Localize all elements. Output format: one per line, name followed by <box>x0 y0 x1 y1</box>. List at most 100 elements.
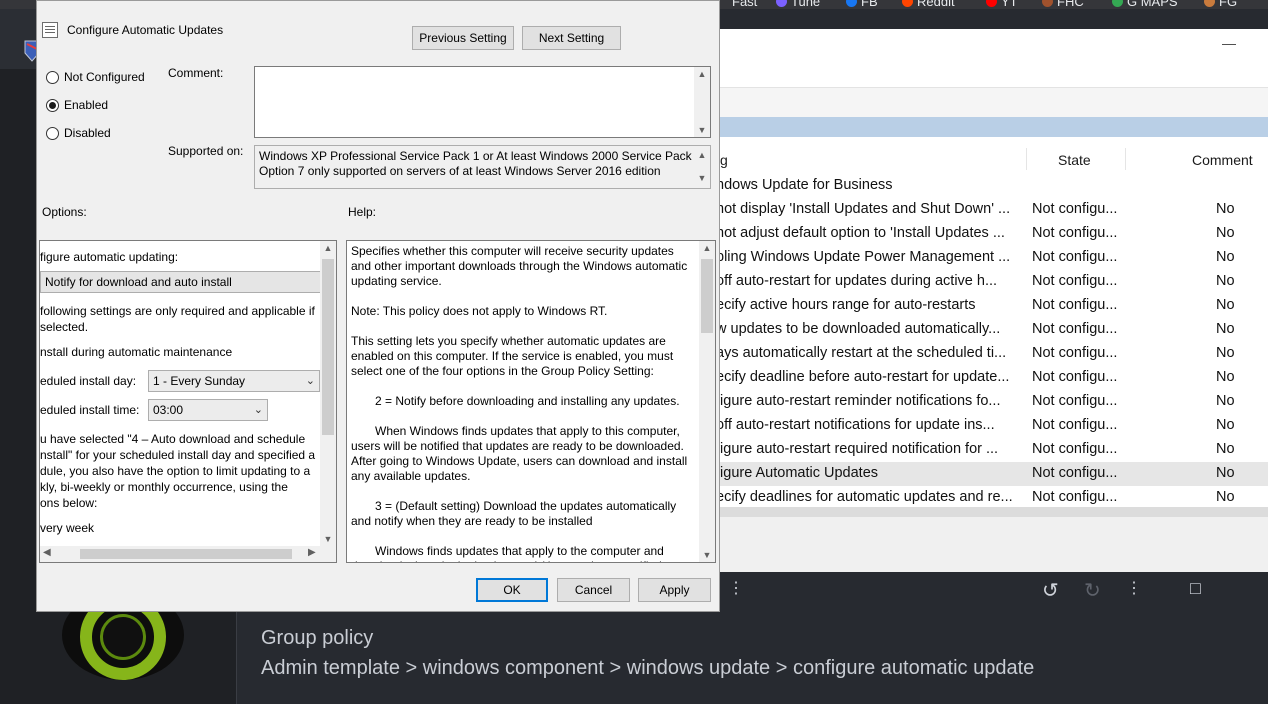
configure-updating-dropdown[interactable]: Notify for download and auto install <box>40 271 322 293</box>
install-time-label: eduled install time: <box>40 403 140 417</box>
next-setting-button[interactable]: Next Setting <box>522 26 621 50</box>
chevron-down-icon: ⌄ <box>305 375 315 387</box>
column-separator[interactable] <box>1026 148 1027 170</box>
scroll-down-icon[interactable]: ▼ <box>694 125 710 135</box>
radio-enabled[interactable]: Enabled <box>46 98 108 112</box>
schedule-paragraph-line: dule, you also have the option to limit … <box>40 464 311 478</box>
ok-button[interactable]: OK <box>476 578 548 602</box>
supported-scrollbar[interactable]: ▲ ▼ <box>694 146 710 188</box>
scroll-up-icon[interactable]: ▲ <box>694 148 710 163</box>
help-paragraph: Specifies whether this computer will rec… <box>351 244 688 288</box>
radio-circle[interactable] <box>46 70 59 84</box>
policy-row[interactable]: ecify deadline before auto-restart for u… <box>716 366 1268 390</box>
policy-setting-cell: off auto-restart for updates during acti… <box>716 273 998 289</box>
radio-circle-checked[interactable] <box>46 98 59 112</box>
configure-automatic-updates-dialog: Configure Automatic Updates Previous Set… <box>36 0 720 612</box>
bookmark-fast[interactable]: Fast <box>732 0 757 9</box>
policy-row[interactable]: off auto-restart for updates during acti… <box>716 270 1268 294</box>
policy-comment-cell: No <box>1216 201 1235 217</box>
policy-row[interactable]: ecify active hours range for auto-restar… <box>716 294 1268 318</box>
policy-row[interactable]: not display 'Install Updates and Shut Do… <box>716 198 1268 222</box>
policy-state-cell: Not configu... <box>1032 417 1118 433</box>
install-day-label: eduled install day: <box>40 374 137 388</box>
options-panel: figure automatic updating: Notify for do… <box>39 240 337 563</box>
install-day-dropdown[interactable]: 1 - Every Sunday ⌄ <box>148 370 320 392</box>
scroll-down-icon[interactable]: ▼ <box>694 171 710 186</box>
policy-row[interactable]: figure Automatic Updates Not configu... No <box>716 462 1268 486</box>
cancel-button[interactable]: Cancel <box>557 578 630 602</box>
policy-row[interactable]: figure auto-restart required notificatio… <box>716 438 1268 462</box>
scroll-left-icon[interactable]: ◀ <box>43 547 51 558</box>
radio-not-configured[interactable]: Not Configured <box>46 70 145 84</box>
policy-state-cell: Not configu... <box>1032 297 1118 313</box>
minimize-icon[interactable]: — <box>1222 35 1236 51</box>
radio-disabled[interactable]: Disabled <box>46 126 111 140</box>
radio-circle[interactable] <box>46 126 59 140</box>
undo-icon[interactable]: ↺ <box>1042 578 1059 603</box>
scroll-thumb[interactable] <box>701 259 713 333</box>
bookmark-fg[interactable]: FG <box>1204 0 1237 9</box>
column-separator[interactable] <box>1125 148 1126 170</box>
help-paragraph: Note: This policy does not apply to Wind… <box>351 304 608 318</box>
policy-row[interactable]: w updates to be downloaded automatically… <box>716 318 1268 342</box>
scroll-up-icon[interactable]: ▲ <box>320 243 336 253</box>
scroll-down-icon[interactable]: ▼ <box>699 550 715 560</box>
column-comment[interactable]: Comment <box>1192 152 1253 168</box>
reddit-icon <box>902 0 913 7</box>
schedule-paragraph-line: nstall" for your scheduled install day a… <box>40 448 316 462</box>
policy-comment-cell: No <box>1216 489 1235 505</box>
policy-state-cell: Not configu... <box>1032 249 1118 265</box>
search-document-icon[interactable]: □ <box>1190 578 1201 599</box>
policy-row[interactable]: ays automatically restart at the schedul… <box>716 342 1268 366</box>
policy-setting-cell: ays automatically restart at the schedul… <box>716 345 1007 361</box>
post-path: Admin template > windows component > win… <box>261 657 1035 679</box>
bookmark-gmaps[interactable]: G MAPS <box>1112 0 1178 9</box>
options-horizontal-scrollbar[interactable]: ◀ ▶ <box>40 546 336 562</box>
column-state[interactable]: State <box>1058 152 1091 168</box>
policy-row[interactable]: not adjust default option to 'Install Up… <box>716 222 1268 246</box>
help-vertical-scrollbar[interactable]: ▲ ▼ <box>699 241 715 562</box>
install-time-dropdown[interactable]: 03:00 ⌄ <box>148 399 268 421</box>
editor-status-area <box>720 517 1268 572</box>
options-vertical-scrollbar[interactable]: ▲ ▼ <box>320 241 336 546</box>
list-horizontal-scrollbar[interactable] <box>720 507 1268 517</box>
policy-setting-cell: not adjust default option to 'Install Up… <box>716 225 1005 241</box>
policy-state-cell: Not configu... <box>1032 201 1118 217</box>
policy-row[interactable]: bling Windows Update Power Management ..… <box>716 246 1268 270</box>
every-week-checkbox-label[interactable]: very week <box>40 520 94 536</box>
bookmark-yt[interactable]: YT <box>986 0 1018 9</box>
redo-icon[interactable]: ↻ <box>1084 578 1101 603</box>
policy-setting-cell: not display 'Install Updates and Shut Do… <box>716 201 1011 217</box>
scroll-right-icon[interactable]: ▶ <box>308 547 316 558</box>
scroll-up-icon[interactable]: ▲ <box>694 69 710 79</box>
policy-state-cell: Not configu... <box>1032 225 1118 241</box>
apply-button[interactable]: Apply <box>638 578 711 602</box>
more-options-icon[interactable]: ⋮ <box>1126 578 1142 598</box>
comment-textarea[interactable]: ▲ ▼ <box>254 66 711 138</box>
bookmark-tune[interactable]: Tune <box>776 0 820 9</box>
maintenance-checkbox-label[interactable]: nstall during automatic maintenance <box>40 344 232 360</box>
more-vertical-icon[interactable]: ⋮ <box>728 578 744 598</box>
scroll-thumb[interactable] <box>80 549 292 559</box>
policy-state-cell: Not configu... <box>1032 369 1118 385</box>
policy-setting-cell: figure auto-restart required notificatio… <box>716 441 999 457</box>
help-paragraph: 2 = Notify before downloading and instal… <box>375 394 680 408</box>
bookmark-reddit[interactable]: Reddit <box>902 0 955 9</box>
column-setting[interactable]: g <box>720 152 728 168</box>
policy-row[interactable]: figure auto-restart reminder notificatio… <box>716 390 1268 414</box>
comment-scrollbar[interactable]: ▲ ▼ <box>694 67 710 137</box>
bookmark-fhc[interactable]: FHC <box>1042 0 1084 9</box>
youtube-icon <box>986 0 997 7</box>
help-paragraph: This setting lets you specify whether au… <box>351 334 674 378</box>
policy-row[interactable]: off auto-restart notifications for updat… <box>716 414 1268 438</box>
previous-setting-button[interactable]: Previous Setting <box>412 26 514 50</box>
scroll-up-icon[interactable]: ▲ <box>699 243 715 253</box>
maps-icon <box>1112 0 1123 7</box>
scroll-thumb[interactable] <box>322 259 334 435</box>
policy-comment-cell: No <box>1216 393 1235 409</box>
bookmark-fb[interactable]: FB <box>846 0 878 9</box>
policy-comment-cell: No <box>1216 345 1235 361</box>
options-label: Options: <box>42 205 87 219</box>
scroll-down-icon[interactable]: ▼ <box>320 534 336 544</box>
policy-row[interactable]: ndows Update for Business <box>716 174 1268 198</box>
